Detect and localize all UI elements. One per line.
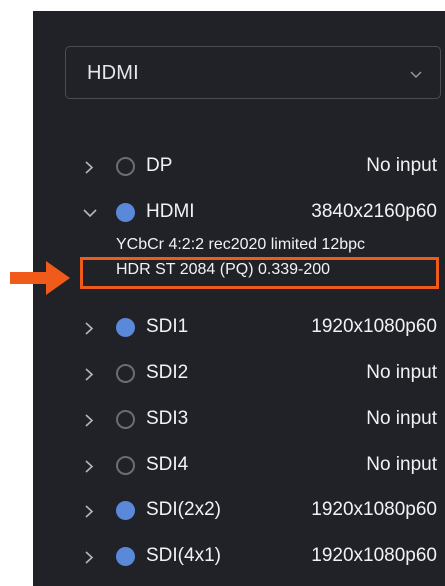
input-name: SDI3 (146, 408, 189, 429)
status-indicator-active (116, 318, 135, 337)
chevron-down-icon[interactable] (83, 208, 97, 218)
input-name: DP (146, 155, 173, 176)
input-name: HDMI (146, 201, 195, 222)
input-row-sdi3[interactable]: SDI3 No input (33, 404, 445, 436)
chevron-right-icon[interactable] (84, 368, 94, 381)
status-indicator-inactive (116, 456, 135, 475)
input-status: No input (366, 362, 437, 383)
chevron-right-icon[interactable] (84, 161, 94, 174)
status-indicator-inactive (116, 410, 135, 429)
status-indicator-active (116, 547, 135, 566)
input-status: No input (366, 454, 437, 475)
input-row-sdi4[interactable]: SDI4 No input (33, 450, 445, 482)
input-name: SDI1 (146, 316, 189, 337)
input-row-sdi-2x2[interactable]: SDI(2x2) 1920x1080p60 (33, 495, 445, 527)
hdmi-color-format: YCbCr 4:2:2 rec2020 limited 12bpc (116, 236, 366, 253)
status-indicator-inactive (116, 364, 135, 383)
status-indicator-active (116, 501, 135, 520)
chevron-right-icon[interactable] (84, 414, 94, 427)
input-panel: HDMI DP No input HDMI 3840x2160p60 YCbCr… (33, 11, 445, 586)
chevron-down-icon (410, 71, 422, 78)
input-row-sdi-4x1[interactable]: SDI(4x1) 1920x1080p60 (33, 541, 445, 573)
source-select[interactable]: HDMI (65, 46, 441, 99)
status-indicator-active (116, 203, 135, 222)
status-indicator-inactive (116, 157, 135, 176)
input-name: SDI(2x2) (146, 499, 221, 520)
input-row-sdi1[interactable]: SDI1 1920x1080p60 (33, 312, 445, 344)
annotation-arrow-icon (10, 261, 70, 295)
input-status: No input (366, 155, 437, 176)
chevron-right-icon[interactable] (84, 505, 94, 518)
input-status: 1920x1080p60 (311, 545, 437, 566)
source-select-value: HDMI (87, 62, 139, 84)
chevron-right-icon[interactable] (84, 551, 94, 564)
annotation-highlight-box (80, 257, 439, 289)
input-row-dp[interactable]: DP No input (33, 151, 445, 183)
input-name: SDI(4x1) (146, 545, 221, 566)
input-status: No input (366, 408, 437, 429)
input-status: 1920x1080p60 (311, 316, 437, 337)
input-name: SDI2 (146, 362, 189, 383)
input-status: 1920x1080p60 (311, 499, 437, 520)
input-status: 3840x2160p60 (311, 201, 437, 222)
input-name: SDI4 (146, 454, 189, 475)
chevron-right-icon[interactable] (84, 460, 94, 473)
chevron-right-icon[interactable] (84, 322, 94, 335)
input-row-sdi2[interactable]: SDI2 No input (33, 358, 445, 390)
input-row-hdmi[interactable]: HDMI 3840x2160p60 (33, 197, 445, 229)
